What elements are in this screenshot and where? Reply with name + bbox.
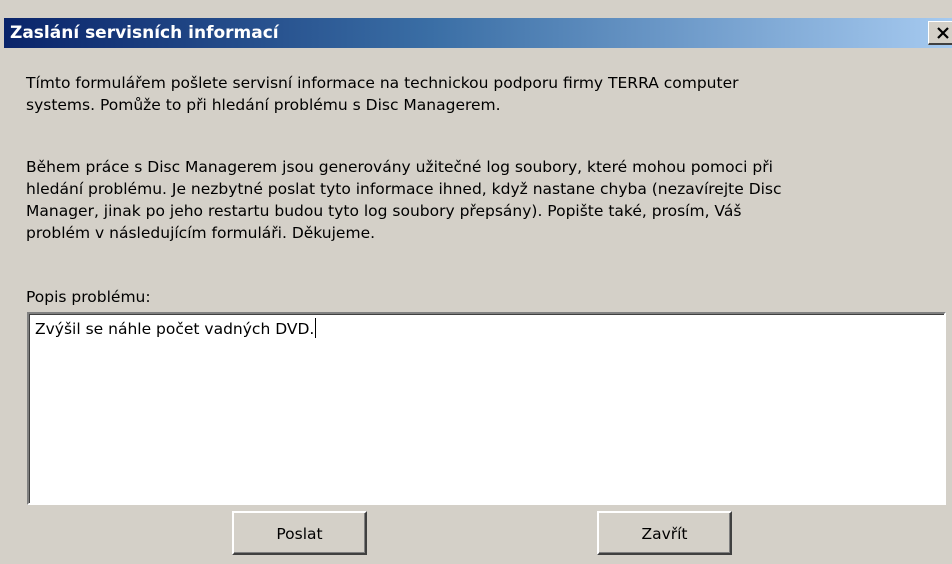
problem-description-label: Popis problému: <box>26 288 151 306</box>
title-bar[interactable]: Zaslání servisních informací <box>4 18 952 48</box>
details-line-2: hledání problému. Je nezbytné poslat tyt… <box>26 180 782 198</box>
problem-description-text: Zvýšil se náhle počet vadných DVD. <box>35 320 315 338</box>
details-line-1: Během práce s Disc Managerem jsou genero… <box>26 158 773 176</box>
close-button-label: Zavřít <box>641 525 688 543</box>
problem-description-field[interactable]: Zvýšil se náhle počet vadných DVD. <box>27 312 946 505</box>
intro-line-2: systems. Pomůže to při hledání problému … <box>26 96 501 114</box>
send-button[interactable]: Poslat <box>232 511 367 555</box>
text-caret <box>315 318 317 338</box>
problem-description-value: Zvýšil se náhle počet vadných DVD. <box>35 318 317 340</box>
window-title: Zaslání servisních informací <box>10 23 279 43</box>
details-line-4: problém v následujícím formuláři. Děkuje… <box>26 224 376 242</box>
intro-line-1: Tímto formulářem pošlete servisní inform… <box>26 74 739 92</box>
send-button-label: Poslat <box>276 525 323 543</box>
close-icon <box>937 27 949 39</box>
service-info-dialog: Zaslání servisních informací Tímto formu… <box>0 0 952 564</box>
close-button[interactable]: Zavřít <box>597 511 732 555</box>
details-line-3: Manager, jinak po jeho restartu budou ty… <box>26 202 742 220</box>
close-window-button[interactable] <box>928 21 952 45</box>
